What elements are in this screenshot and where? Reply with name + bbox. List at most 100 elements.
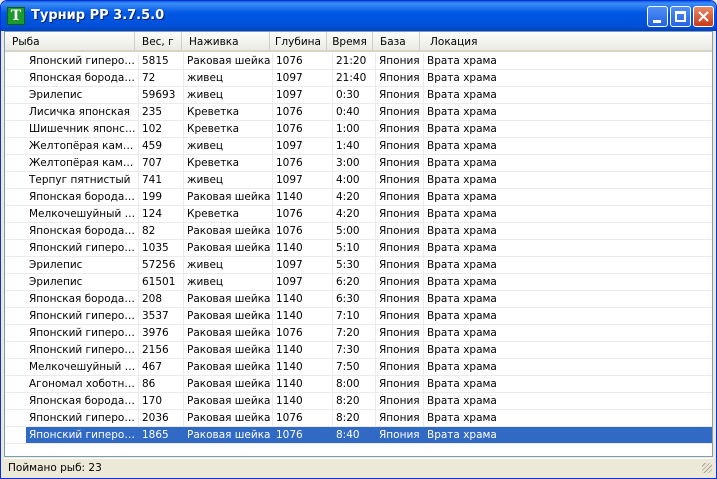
cell-location: Врата храма — [427, 429, 497, 441]
table-row[interactable]: Эрилепис 59693 живец 1097 0:30 Япония Врата хр… — [5, 87, 712, 104]
cell-time: 1:40 — [333, 138, 376, 154]
list-header: Рыба Вес, г Наживка Глубина Время База Л… — [5, 32, 712, 52]
cell-fish: Эрилепис — [26, 274, 139, 290]
window-title: Турнир РР 3.7.5.0 — [31, 8, 165, 23]
cell-location: Врата храма — [427, 191, 497, 203]
cell-location: Врата храма — [427, 361, 497, 373]
cell-depth: 1097 — [273, 70, 333, 86]
cell-depth: 1076 — [273, 427, 333, 443]
cell-bait: живец — [184, 87, 273, 103]
cell-bait: живец — [184, 138, 273, 154]
cell-depth: 1140 — [273, 189, 333, 205]
table-row[interactable]: Японский гиперог... 2156 Раковая шейка 1140… — [5, 342, 712, 359]
cell-fish: Японская бородав... — [26, 70, 139, 86]
cell-bait: Раковая шейка — [184, 223, 273, 239]
table-row[interactable]: Японская бородав... 82 Раковая шейка 1076 5:… — [5, 223, 712, 240]
minimize-button[interactable] — [647, 6, 668, 27]
table-row[interactable]: Японская бородав... 72 живец 1097 21:40 Япони… — [5, 70, 712, 87]
column-header-time[interactable]: Время — [327, 32, 373, 50]
cell-location: Врата храма — [427, 259, 497, 271]
catch-list[interactable]: Рыба Вес, г Наживка Глубина Время База Л… — [4, 31, 713, 457]
cell-depth: 1097 — [273, 138, 333, 154]
cell-time: 21:20 — [333, 53, 376, 69]
cell-base: Япония — [376, 121, 424, 137]
table-row[interactable]: Японская бородав... 170 Раковая шейка 1140 8… — [5, 393, 712, 410]
cell-base: Япония — [376, 376, 424, 392]
table-row[interactable]: Японская бородав... 199 Раковая шейка 1140 4… — [5, 189, 712, 206]
status-bar: Поймано рыб: 23 — [4, 458, 713, 476]
cell-bait: Раковая шейка — [184, 53, 273, 69]
column-header-base[interactable]: База — [373, 32, 420, 50]
cell-bait: живец — [184, 70, 273, 86]
cell-base: Япония — [376, 427, 424, 443]
cell-bait: Креветка — [184, 121, 273, 137]
cell-bait: живец — [184, 257, 273, 273]
table-row[interactable]: Японская бородав... 208 Раковая шейка 1140 6… — [5, 291, 712, 308]
table-row[interactable]: Японский гиперог... 3976 Раковая шейка 1076… — [5, 325, 712, 342]
table-row[interactable]: Желтопёрая камб... 707 Креветка 1076 3:00 Япо… — [5, 155, 712, 172]
cell-bait: Раковая шейка — [184, 342, 273, 358]
cell-base: Япония — [376, 138, 424, 154]
cell-fish: Японская бородав... — [26, 189, 139, 205]
table-row[interactable]: Эрилепис 57256 живец 1097 5:30 Япония Врата хр… — [5, 257, 712, 274]
cell-weight: 3537 — [139, 308, 184, 324]
cell-fish: Эрилепис — [26, 257, 139, 273]
cell-time: 8:00 — [333, 376, 376, 392]
cell-fish: Лисичка японская — [26, 104, 139, 120]
cell-location: Врата храма — [427, 395, 497, 407]
cell-base: Япония — [376, 189, 424, 205]
close-icon — [698, 11, 709, 22]
cell-weight: 707 — [139, 155, 184, 171]
cell-location: Врата храма — [427, 327, 497, 339]
cell-base: Япония — [376, 223, 424, 239]
cell-bait: Раковая шейка — [184, 308, 273, 324]
cell-location: Врата храма — [427, 276, 497, 288]
table-row[interactable]: Эрилепис 61501 живец 1097 6:20 Япония Врата хр… — [5, 274, 712, 291]
cell-bait: Раковая шейка — [184, 376, 273, 392]
table-row[interactable]: Агономал хоботный 86 Раковая шейка 1140 8:00… — [5, 376, 712, 393]
table-row[interactable]: Шишечник японский 102 Креветка 1076 1:00 Япон… — [5, 121, 712, 138]
cell-bait: Креветка — [184, 155, 273, 171]
column-header-weight[interactable]: Вес, г — [135, 32, 182, 50]
table-row[interactable]: Мелкочешуйный у... 124 Креветка 1076 4:20 Япо… — [5, 206, 712, 223]
column-header-fish[interactable]: Рыба — [5, 32, 135, 50]
column-header-location[interactable]: Локация — [420, 32, 712, 50]
cell-weight: 102 — [139, 121, 184, 137]
table-row[interactable]: Мелкочешуйный у... 467 Раковая шейка 1140 7:… — [5, 359, 712, 376]
cell-base: Япония — [376, 393, 424, 409]
cell-location: Врата храма — [427, 412, 497, 424]
cell-weight: 741 — [139, 172, 184, 188]
cell-bait: Раковая шейка — [184, 410, 273, 426]
cell-time: 5:00 — [333, 223, 376, 239]
table-row[interactable]: Японский гиперог... 1865 Раковая шейка 1076… — [5, 427, 712, 444]
column-header-depth[interactable]: Глубина — [270, 32, 327, 50]
table-row[interactable]: Японский гиперог... 1035 Раковая шейка 1140… — [5, 240, 712, 257]
table-row[interactable]: Японский гиперог... 5815 Раковая шейка 1076… — [5, 53, 712, 70]
table-row[interactable]: Лисичка японская 235 Креветка 1076 0:40 Япони… — [5, 104, 712, 121]
cell-weight: 170 — [139, 393, 184, 409]
cell-bait: живец — [184, 274, 273, 290]
cell-weight: 86 — [139, 376, 184, 392]
app-icon[interactable]: T — [7, 7, 25, 25]
cell-fish: Японский гиперог... — [26, 325, 139, 341]
cell-location: Врата храма — [427, 208, 497, 220]
resize-grip-icon[interactable] — [702, 463, 712, 473]
column-header-bait[interactable]: Наживка — [182, 32, 270, 50]
cell-weight: 82 — [139, 223, 184, 239]
cell-fish: Мелкочешуйный у... — [26, 359, 139, 375]
cell-fish: Желтопёрая камб... — [26, 155, 139, 171]
cell-base: Япония — [376, 274, 424, 290]
cell-weight: 124 — [139, 206, 184, 222]
cell-depth: 1076 — [273, 325, 333, 341]
cell-time: 7:10 — [333, 308, 376, 324]
title-bar[interactable]: T Турнир РР 3.7.5.0 — [1, 1, 716, 31]
table-row[interactable]: Японский гиперог... 3537 Раковая шейка 1140… — [5, 308, 712, 325]
maximize-button[interactable] — [670, 6, 691, 27]
table-row[interactable]: Японский гиперог... 2036 Раковая шейка 1076… — [5, 410, 712, 427]
cell-weight: 467 — [139, 359, 184, 375]
cell-location: Врата храма — [427, 242, 497, 254]
table-row[interactable]: Желтопёрая камб... 459 живец 1097 1:40 Япония… — [5, 138, 712, 155]
table-row[interactable]: Терпуг пятнистый 741 живец 1097 4:00 Япония Вр… — [5, 172, 712, 189]
close-button[interactable] — [693, 6, 714, 27]
cell-fish: Японский гиперог... — [26, 427, 139, 443]
